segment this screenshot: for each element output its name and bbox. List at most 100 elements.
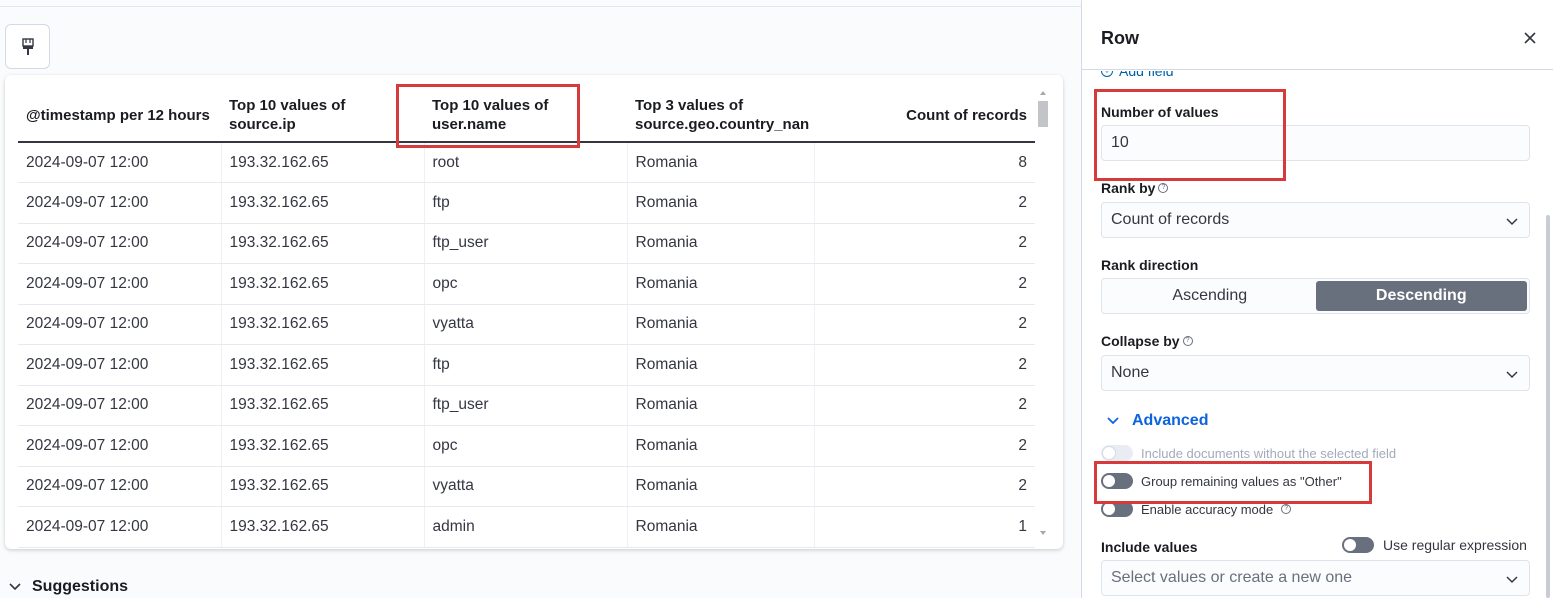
question-icon[interactable]: ? <box>1158 183 1169 193</box>
cell-user-name[interactable]: opc <box>424 263 628 305</box>
suggestions-label: Suggestions <box>32 578 129 595</box>
flyout-body: + Add field Number of values 10 Rank by … <box>1082 71 1544 598</box>
cell-user-name[interactable]: root <box>424 142 628 183</box>
cell-timestamp[interactable]: 2024-09-07 12:00 <box>18 425 222 467</box>
advanced-label: Advanced <box>1132 412 1209 429</box>
cell-country[interactable]: Romania <box>627 182 815 224</box>
include-values-combobox[interactable]: Select values or create a new one <box>1101 560 1530 596</box>
number-of-values-input[interactable]: 10 <box>1101 125 1530 161</box>
accuracy-switch[interactable] <box>1101 501 1133 517</box>
include-docs-label: Include documents without the selected f… <box>1141 445 1397 461</box>
include-docs-switch[interactable] <box>1101 445 1133 461</box>
number-of-values-label: Number of values <box>1101 104 1219 120</box>
table-row: 2024-09-07 12:00 193.32.162.65 opc Romania 2 <box>18 263 1035 305</box>
cell-source-ip[interactable]: 193.32.162.65 <box>221 385 425 426</box>
cell-timestamp[interactable]: 2024-09-07 12:00 <box>18 223 222 264</box>
cell-user-name[interactable]: ftp <box>424 344 628 386</box>
cell-country[interactable]: Romania <box>627 142 815 183</box>
question-icon[interactable]: ? <box>1281 504 1292 514</box>
cell-count[interactable]: 2 <box>814 304 1035 345</box>
collapse-by-select[interactable]: None <box>1101 355 1530 391</box>
cell-country[interactable]: Romania <box>627 263 815 305</box>
cell-source-ip[interactable]: 193.32.162.65 <box>221 304 425 345</box>
advanced-toggle[interactable]: Advanced <box>1106 412 1208 430</box>
cell-country[interactable]: Romania <box>627 385 815 426</box>
cell-count[interactable]: 2 <box>814 385 1035 426</box>
cell-timestamp[interactable]: 2024-09-07 12:00 <box>18 142 222 183</box>
cell-country[interactable]: Romania <box>627 466 815 507</box>
cell-user-name[interactable]: ftp_user <box>424 223 628 264</box>
cell-country[interactable]: Romania <box>627 506 815 548</box>
rank-by-value: Count of records <box>1111 211 1230 228</box>
cell-count[interactable]: 8 <box>814 142 1035 183</box>
cell-user-name[interactable]: ftp_user <box>424 385 628 426</box>
chevron-down-icon <box>1506 371 1518 379</box>
cell-user-name[interactable]: vyatta <box>424 466 628 507</box>
cell-source-ip[interactable]: 193.32.162.65 <box>221 425 425 467</box>
rank-by-label: Rank by ? <box>1101 180 1169 196</box>
rank-ascending-button[interactable]: Ascending <box>1104 281 1316 311</box>
rank-direction-label: Rank direction <box>1101 257 1199 273</box>
rank-by-label-text: Rank by <box>1101 180 1156 196</box>
cell-country[interactable]: Romania <box>627 304 815 345</box>
cell-timestamp[interactable]: 2024-09-07 12:00 <box>18 344 222 386</box>
cell-count[interactable]: 2 <box>814 466 1035 507</box>
rank-descending-button[interactable]: Descending <box>1315 281 1527 311</box>
cell-timestamp[interactable]: 2024-09-07 12:00 <box>18 182 222 224</box>
cell-country[interactable]: Romania <box>627 425 815 467</box>
cell-source-ip[interactable]: 193.32.162.65 <box>221 263 425 305</box>
group-other-switch[interactable] <box>1101 473 1133 489</box>
cell-source-ip[interactable]: 193.32.162.65 <box>221 223 425 264</box>
cell-source-ip[interactable]: 193.32.162.65 <box>221 506 425 548</box>
group-other-label: Group remaining values as "Other" <box>1141 473 1342 489</box>
cell-source-ip[interactable]: 193.32.162.65 <box>221 466 425 507</box>
column-header-user-name[interactable]: Top 10 values of user.name <box>424 89 627 143</box>
question-icon[interactable]: ? <box>1182 336 1193 346</box>
rank-direction-group: Ascending Descending <box>1101 278 1530 314</box>
datatable-panel: @timestamp per 12 hours Top 10 values of… <box>5 75 1063 549</box>
datatable: @timestamp per 12 hours Top 10 values of… <box>18 89 1035 548</box>
cell-timestamp[interactable]: 2024-09-07 12:00 <box>18 506 222 548</box>
column-header-count[interactable]: Count of records <box>814 89 1035 143</box>
column-header-source-ip[interactable]: Top 10 values of source.ip <box>221 89 424 143</box>
cell-country[interactable]: Romania <box>627 223 815 264</box>
cell-source-ip[interactable]: 193.32.162.65 <box>221 344 425 386</box>
collapse-by-label: Collapse by ? <box>1101 333 1193 349</box>
cell-count[interactable]: 2 <box>814 425 1035 467</box>
scrollbar-thumb[interactable] <box>1038 101 1048 127</box>
cell-timestamp[interactable]: 2024-09-07 12:00 <box>18 385 222 426</box>
paintbrush-icon <box>21 37 34 55</box>
cell-source-ip[interactable]: 193.32.162.65 <box>221 142 425 183</box>
table-scrollbar[interactable] <box>1038 91 1050 535</box>
scroll-up-icon[interactable] <box>1040 91 1046 95</box>
add-field-link[interactable]: + Add field <box>1101 71 1173 79</box>
suggestions-toggle[interactable]: Suggestions <box>8 578 128 596</box>
plus-circle-icon: + <box>1101 71 1113 77</box>
cell-count[interactable]: 2 <box>814 263 1035 305</box>
cell-user-name[interactable]: admin <box>424 506 628 548</box>
scroll-down-icon[interactable] <box>1040 531 1046 535</box>
column-header-timestamp[interactable]: @timestamp per 12 hours <box>18 89 221 143</box>
cell-user-name[interactable]: ftp <box>424 182 628 224</box>
flyout-scrollbar[interactable] <box>1546 215 1550 598</box>
cell-count[interactable]: 1 <box>814 506 1035 548</box>
cell-source-ip[interactable]: 193.32.162.65 <box>221 182 425 224</box>
cell-user-name[interactable]: vyatta <box>424 304 628 345</box>
close-icon[interactable] <box>1522 30 1538 46</box>
lens-editor: @timestamp per 12 hours Top 10 values of… <box>0 0 1553 598</box>
cell-timestamp[interactable]: 2024-09-07 12:00 <box>18 304 222 345</box>
accuracy-label: Enable accuracy mode <box>1141 501 1274 517</box>
paintbrush-button[interactable] <box>5 24 50 69</box>
cell-country[interactable]: Romania <box>627 344 815 386</box>
rank-by-select[interactable]: Count of records <box>1101 202 1530 238</box>
cell-count[interactable]: 2 <box>814 182 1035 224</box>
column-header-country[interactable]: Top 3 values of source.geo.country_nan <box>627 89 814 143</box>
cell-count[interactable]: 2 <box>814 344 1035 386</box>
flyout-header: Row <box>1082 0 1553 70</box>
cell-user-name[interactable]: opc <box>424 425 628 467</box>
regex-switch[interactable] <box>1342 537 1374 553</box>
cell-timestamp[interactable]: 2024-09-07 12:00 <box>18 466 222 507</box>
cell-count[interactable]: 2 <box>814 223 1035 264</box>
cell-timestamp[interactable]: 2024-09-07 12:00 <box>18 263 222 305</box>
include-values-label: Include values <box>1101 539 1198 555</box>
